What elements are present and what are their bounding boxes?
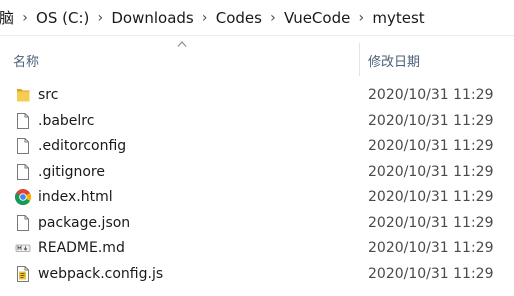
file-name: .babelrc bbox=[38, 112, 95, 129]
file-date: 2020/10/31 11:29 bbox=[368, 265, 494, 282]
address-bar[interactable]: 脑 › OS (C:) › Downloads › Codes › VueCod… bbox=[0, 0, 514, 36]
column-header: 名称 修改日期 bbox=[0, 36, 514, 78]
file-name: src bbox=[38, 87, 59, 103]
chevron-right-icon[interactable]: › bbox=[194, 7, 216, 29]
list-item[interactable]: .editorconfig 2020/10/31 11:29 bbox=[0, 133, 514, 159]
breadcrumb-item-computer[interactable]: 脑 bbox=[0, 7, 14, 29]
list-item[interactable]: README.md 2020/10/31 11:29 bbox=[0, 235, 514, 261]
breadcrumb-item-mytest[interactable]: mytest bbox=[372, 7, 424, 29]
file-name: README.md bbox=[38, 240, 125, 256]
chevron-right-icon[interactable]: › bbox=[89, 7, 111, 29]
file-list: src 2020/10/31 11:29 .babelrc 2020/10/31… bbox=[0, 82, 514, 286]
file-date: 2020/10/31 11:29 bbox=[368, 138, 494, 154]
file-icon bbox=[17, 112, 29, 129]
folder-icon bbox=[17, 89, 30, 102]
file-icon bbox=[17, 214, 29, 231]
breadcrumb-item-codes[interactable]: Codes bbox=[216, 7, 262, 29]
list-item[interactable]: webpack.config.js 2020/10/31 11:29 bbox=[0, 261, 514, 287]
file-icon bbox=[17, 138, 29, 154]
file-name: .gitignore bbox=[38, 163, 105, 180]
list-item[interactable]: index.html 2020/10/31 11:29 bbox=[0, 184, 514, 210]
list-item[interactable]: src 2020/10/31 11:29 bbox=[0, 82, 514, 108]
chevron-right-icon[interactable]: › bbox=[262, 7, 284, 29]
column-divider[interactable] bbox=[359, 43, 360, 76]
chrome-icon bbox=[14, 189, 32, 205]
file-name: .editorconfig bbox=[38, 138, 127, 154]
chevron-right-icon[interactable]: › bbox=[14, 7, 36, 29]
list-item[interactable]: .gitignore 2020/10/31 11:29 bbox=[0, 159, 514, 185]
list-item[interactable]: .babelrc 2020/10/31 11:29 bbox=[0, 108, 514, 134]
file-date: 2020/10/31 11:29 bbox=[368, 214, 494, 231]
breadcrumb-item-downloads[interactable]: Downloads bbox=[111, 7, 193, 29]
file-date: 2020/10/31 11:29 bbox=[368, 163, 494, 180]
file-name: webpack.config.js bbox=[38, 265, 164, 282]
file-name: package.json bbox=[38, 214, 131, 231]
markdown-icon bbox=[15, 244, 31, 252]
file-icon bbox=[17, 163, 29, 180]
breadcrumb-item-vuecode[interactable]: VueCode bbox=[284, 7, 350, 29]
breadcrumb-item-drive[interactable]: OS (C:) bbox=[36, 7, 89, 29]
js-script-icon bbox=[17, 265, 29, 282]
file-date: 2020/10/31 11:29 bbox=[368, 112, 494, 129]
chevron-right-icon[interactable]: › bbox=[350, 7, 372, 29]
column-name-header[interactable]: 名称 bbox=[13, 51, 39, 70]
list-item[interactable]: package.json 2020/10/31 11:29 bbox=[0, 210, 514, 236]
file-date: 2020/10/31 11:29 bbox=[368, 240, 494, 256]
file-date: 2020/10/31 11:29 bbox=[368, 87, 494, 103]
file-name: index.html bbox=[38, 189, 113, 205]
file-date: 2020/10/31 11:29 bbox=[368, 189, 494, 205]
sort-ascending-icon bbox=[177, 41, 187, 47]
breadcrumb: 脑 › OS (C:) › Downloads › Codes › VueCod… bbox=[0, 7, 425, 29]
column-date-header[interactable]: 修改日期 bbox=[368, 51, 420, 70]
